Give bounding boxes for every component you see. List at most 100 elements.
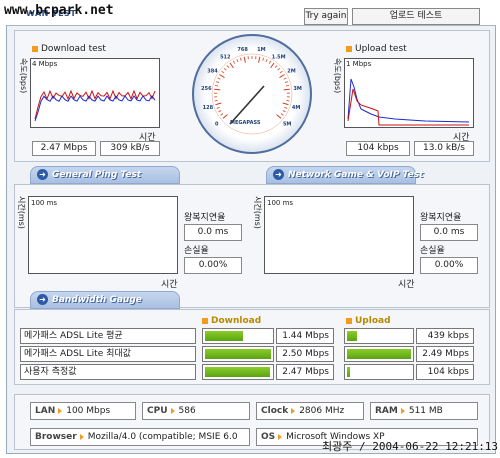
gauge-tick-label: 256 [201, 86, 212, 92]
browser-label: Browser [35, 432, 77, 442]
triangle-right-icon [278, 433, 283, 440]
cpu-value: 586 [178, 406, 196, 416]
upload-title-text: Upload test [355, 44, 407, 54]
gauge-tick-mark [215, 81, 220, 84]
ping-latency-value: 0.0 ms [184, 224, 242, 241]
gauge-tick-mark [217, 77, 221, 80]
triangle-right-icon [79, 433, 84, 440]
download-value: 1.44 Mbps [276, 328, 334, 344]
gauge-tick-mark [283, 88, 290, 91]
gauge-tick-mark [232, 60, 236, 64]
game-loss-label: 손실율 [420, 246, 445, 256]
upload-y-axis-label: 속도(bps) [333, 58, 342, 94]
download-bar-fill [205, 331, 243, 341]
ping-latency-label: 왕복지연율 [184, 213, 226, 223]
browser-value: Mozilla/4.0 (compatible; MSIE 6.0 [87, 432, 238, 442]
gauge-tick-mark [214, 88, 221, 91]
gauge-needle [229, 85, 265, 125]
clock-info: Clock 2806 MHz [256, 402, 364, 420]
triangle-right-icon [291, 407, 296, 414]
download-kbs-value: 309 kB/s [100, 141, 160, 156]
gauge-tick-label: 3M [293, 86, 301, 92]
download-title: Download test [32, 44, 106, 54]
gauge-tick-mark [218, 110, 222, 113]
ping-x-axis-label: 시간 [161, 280, 178, 290]
browser-info: Browser Mozilla/4.0 (compatible; MSIE 6.0 [30, 428, 250, 446]
game-latency-label: 왕복지연율 [420, 213, 462, 223]
triangle-right-icon [170, 407, 175, 414]
upload-value: 439 kbps [416, 328, 474, 344]
gauge-tick-label: 0 [215, 122, 219, 128]
download-bar [202, 364, 274, 380]
upload-graph-svg [347, 78, 470, 126]
download-title-text: Download test [41, 44, 106, 54]
bandwidth-row-label: 사용자 측정값 [20, 364, 196, 380]
gauge-tick-label: 4M [292, 105, 300, 111]
gauge-tick-label: 512 [220, 55, 231, 61]
speed-gauge-dial: 0 128 256 384 512 768 1M 1.5M 2M 3M 4M 5M MEGAPASS [201, 47, 302, 135]
upload-bar [344, 346, 414, 362]
ping-loss-value: 0.00% [184, 257, 242, 274]
upload-scale-label: 1 Mbps [346, 60, 372, 68]
upload-test-button[interactable]: 업로드 테스트 [352, 8, 480, 25]
download-series-line-2 [34, 95, 156, 122]
speed-gauge: 0 128 256 384 512 768 1M 1.5M 2M 3M 4M 5M MEGAPASS [192, 34, 312, 154]
upload-bar [344, 364, 414, 380]
bandwidth-row-label: 메가패스 ADSL Lite 최대값 [20, 346, 196, 362]
watermark: www.bcpark.net [4, 3, 114, 18]
try-again-button[interactable]: Try again [304, 8, 348, 25]
download-bar-fill [205, 349, 271, 359]
download-series-line [34, 89, 156, 120]
upload-kbs-value: 13.0 kB/s [414, 141, 474, 156]
upload-bar [344, 328, 414, 344]
gauge-tick-label: 384 [207, 68, 218, 74]
gauge-tick-mark [280, 113, 284, 116]
gauge-tick-mark [284, 106, 288, 109]
gauge-tick-mark [279, 70, 283, 74]
game-y-axis-label: 시간(ms) [253, 196, 262, 229]
gauge-tick-mark [226, 65, 230, 69]
gauge-tick-mark [284, 81, 289, 84]
gauge-tick-label: 5M [283, 122, 291, 128]
gauge-tick-mark [236, 58, 239, 63]
bullet-icon [202, 317, 208, 324]
gauge-tick-mark [279, 74, 285, 79]
bandwidth-upload-head: Upload [346, 316, 391, 326]
gauge-tick-label: 768 [237, 47, 248, 53]
game-loss-value: 0.00% [420, 257, 478, 274]
download-mbps-value: 2.47 Mbps [32, 141, 96, 156]
bandwidth-upload-head-text: Upload [355, 316, 391, 326]
game-latency-value: 0.0 ms [420, 224, 478, 241]
upload-kbps-value: 104 kbps [346, 141, 410, 156]
ram-info: RAM 511 MB [370, 402, 478, 420]
lan-label: LAN [35, 406, 56, 416]
gauge-tick-mark [221, 70, 225, 74]
ram-label: RAM [375, 406, 398, 416]
gauge-tick-mark [215, 102, 222, 106]
arrow-right-icon: ➜ [273, 169, 284, 180]
download-bar [202, 346, 274, 362]
download-bar [202, 328, 274, 344]
bandwidth-section-header: ➜ Bandwidth Gauge [30, 291, 180, 309]
bullet-icon [346, 317, 352, 324]
cpu-label: CPU [147, 406, 168, 416]
gauge-tick-mark [262, 57, 265, 61]
download-bar-fill [205, 367, 270, 377]
download-graph [30, 58, 160, 128]
download-y-axis-label: 속도(bps) [19, 58, 28, 94]
upload-value: 2.49 Mbps [416, 346, 474, 362]
gauge-tick-mark [286, 99, 290, 102]
gauge-tick-mark [283, 77, 287, 80]
game-x-axis-label: 시간 [398, 280, 415, 290]
ping-y-axis-label: 시간(ms) [17, 196, 26, 229]
game-scale-label: 100 ms [267, 199, 294, 207]
ping-scale-label: 100 ms [31, 199, 58, 207]
download-value: 2.47 Mbps [276, 364, 334, 380]
gauge-tick-label: 1.5M [272, 55, 286, 61]
upload-bar-fill [347, 367, 350, 377]
gauge-tick-mark [214, 99, 218, 102]
bandwidth-download-head: Download [202, 316, 261, 326]
gauge-tick-mark [277, 67, 281, 71]
upload-series-line [347, 78, 470, 123]
gauge-tick-mark [220, 113, 224, 116]
